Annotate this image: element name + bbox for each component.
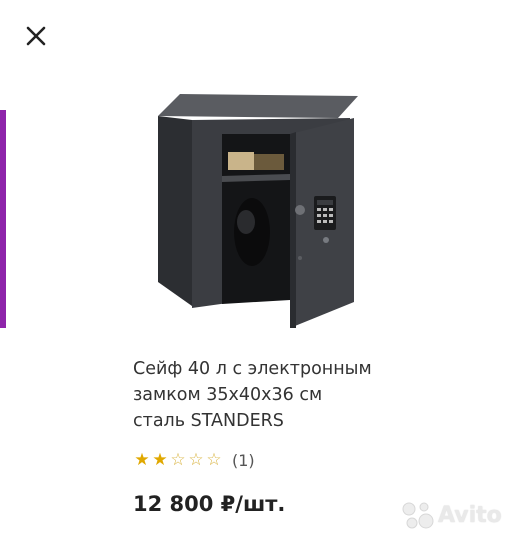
product-title-line-1: Сейф 40 л с электронным <box>133 359 372 379</box>
star-filled-icon: ★ <box>152 450 168 470</box>
close-button[interactable] <box>22 22 50 50</box>
side-accent-bar <box>0 110 6 328</box>
avito-logo-icon <box>402 502 434 529</box>
avito-watermark-text: Avito <box>438 502 502 528</box>
rating-stars: ★ ★ ☆ ☆ ☆ <box>133 450 223 470</box>
star-empty-icon: ☆ <box>206 450 222 470</box>
safe-picture <box>158 94 358 328</box>
star-filled-icon: ★ <box>134 450 150 470</box>
product-rating[interactable]: ★ ★ ☆ ☆ ☆ (1) <box>133 450 255 470</box>
product-preview-page: Сейф 40 л с электронным замком 35x40x36 … <box>0 0 512 540</box>
avito-watermark: Avito <box>400 500 502 530</box>
star-empty-icon: ☆ <box>188 450 204 470</box>
review-count: (1) <box>232 450 255 470</box>
star-empty-icon: ☆ <box>170 450 186 470</box>
product-price: 12 800 ₽/шт. <box>133 492 286 516</box>
close-icon <box>26 26 46 46</box>
product-title-line-3: сталь STANDERS <box>133 411 284 431</box>
product-title-line-2: замком 35x40x36 см <box>133 385 323 405</box>
product-title[interactable]: Сейф 40 л с электронным замком 35x40x36 … <box>133 356 453 434</box>
product-image[interactable] <box>150 82 370 334</box>
